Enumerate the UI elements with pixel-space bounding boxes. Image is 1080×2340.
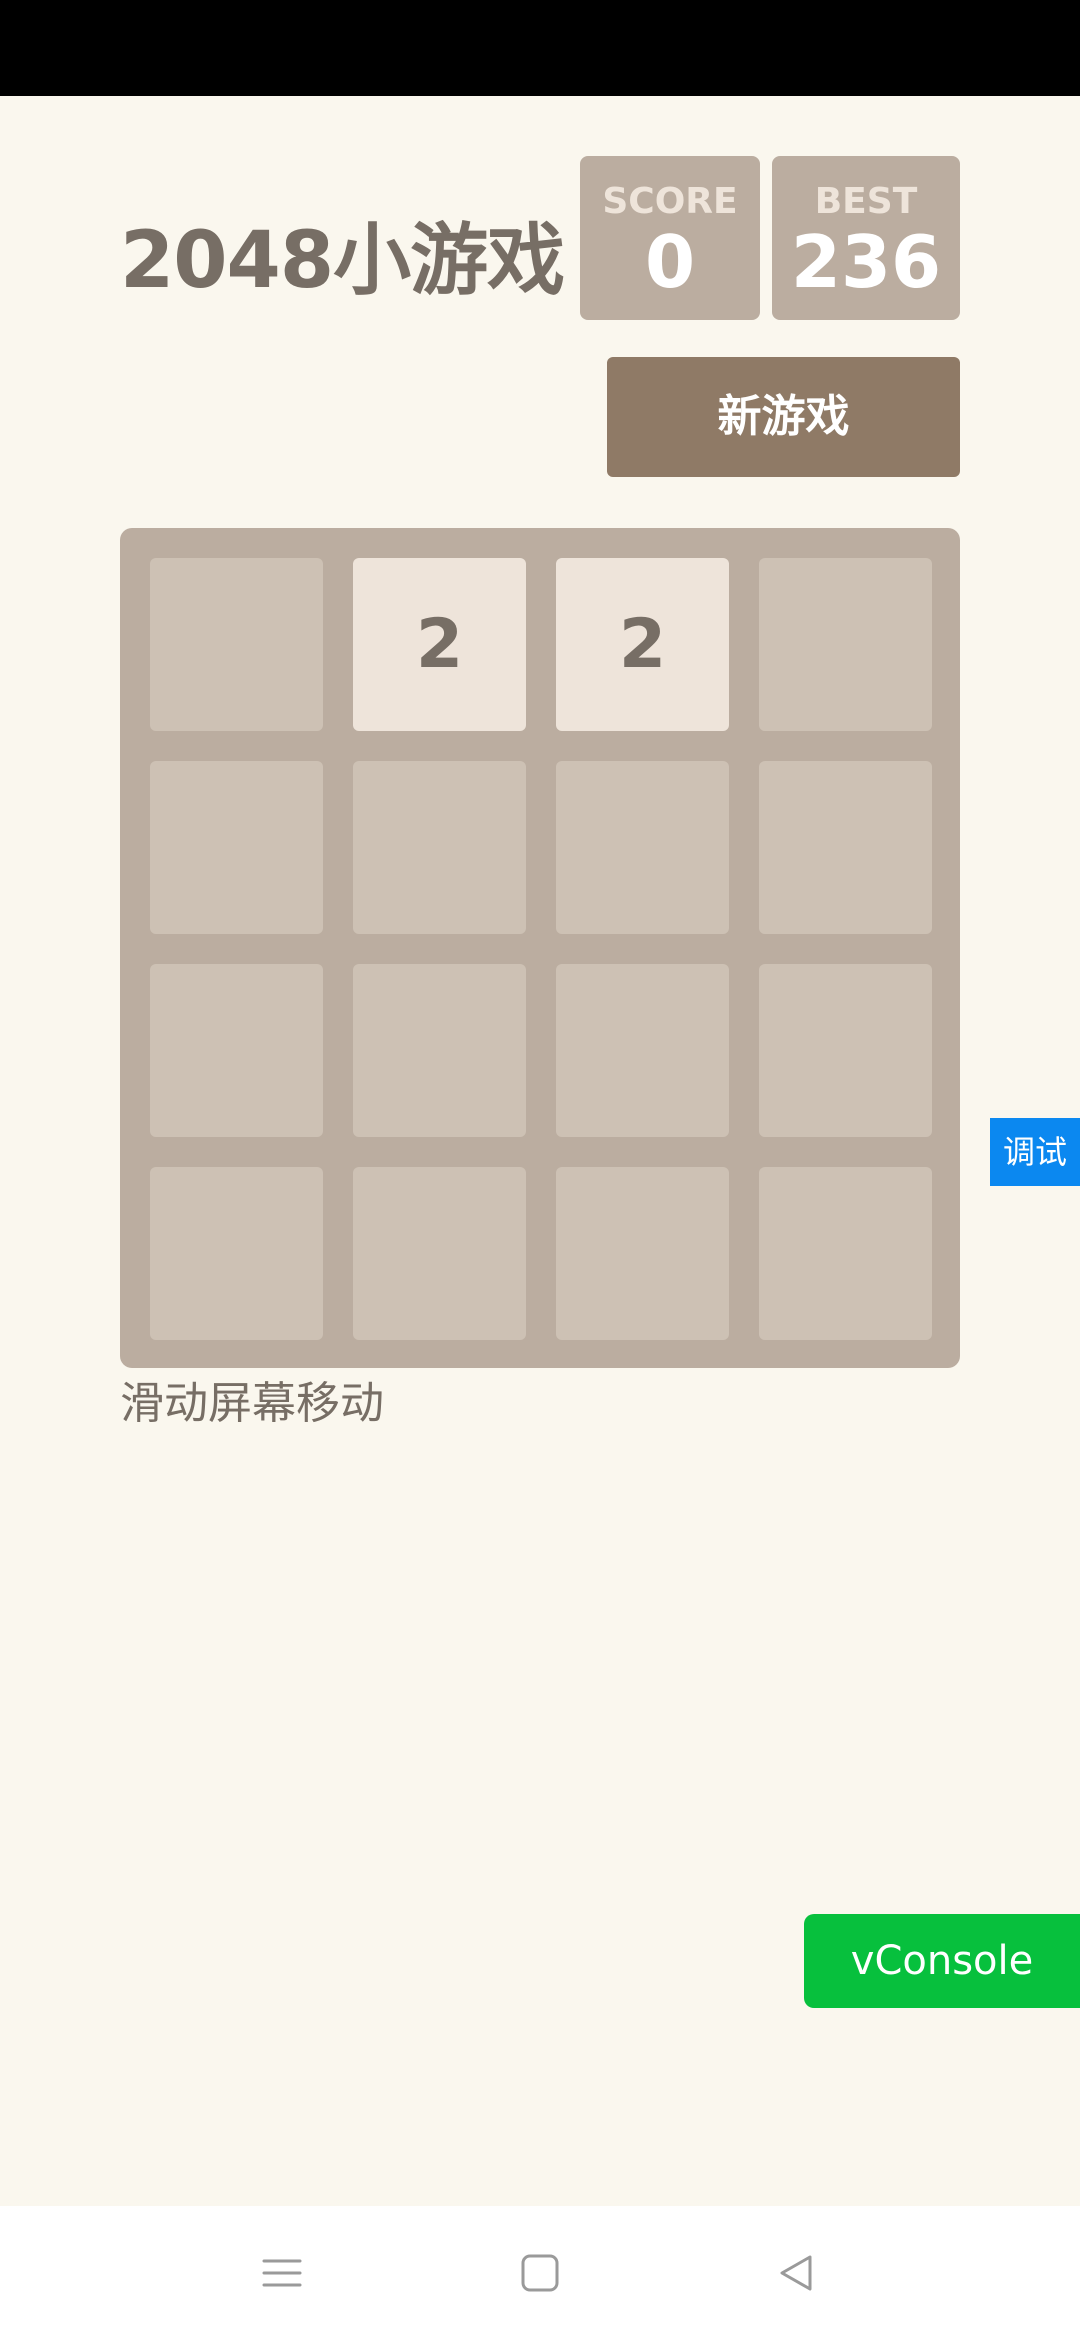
score-value: 0: [644, 220, 696, 304]
tile-2: 2: [353, 558, 526, 731]
board-cell: [759, 761, 932, 934]
tile-2: 2: [556, 558, 729, 731]
best-value: 236: [790, 220, 942, 304]
triangle-back-icon: [780, 2255, 812, 2291]
board-cell: [759, 558, 932, 731]
board-cell: [353, 1167, 526, 1340]
menu-lines-icon: [262, 2259, 302, 2287]
game-title: 2048小游戏: [120, 216, 565, 306]
board-cell: [759, 1167, 932, 1340]
board-cell: [150, 964, 323, 1137]
nav-home-button[interactable]: [480, 2206, 600, 2340]
system-nav-bar: [0, 2206, 1080, 2340]
board-cell: [150, 761, 323, 934]
square-home-icon: [521, 2254, 559, 2292]
best-score-box: BEST 236: [772, 156, 960, 320]
board-cell: [150, 558, 323, 731]
vconsole-button[interactable]: vConsole: [804, 1914, 1080, 2008]
board-cell: [556, 964, 729, 1137]
board-cell: [150, 1167, 323, 1340]
game-board[interactable]: 2 2: [120, 528, 960, 1368]
board-cell: [353, 964, 526, 1137]
nav-menu-button[interactable]: [222, 2206, 342, 2340]
score-label: SCORE: [602, 181, 738, 222]
nav-back-button[interactable]: [736, 2206, 856, 2340]
score-box: SCORE 0: [580, 156, 760, 320]
debug-tab[interactable]: 调试: [990, 1118, 1080, 1186]
new-game-button[interactable]: 新游戏: [607, 357, 960, 477]
best-label: BEST: [814, 181, 918, 222]
board-cell: [353, 761, 526, 934]
status-bar: [0, 0, 1080, 96]
board-cell: [556, 761, 729, 934]
board-cell: [556, 1167, 729, 1340]
swipe-hint: 滑动屏幕移动: [120, 1378, 384, 1429]
board-cell: [759, 964, 932, 1137]
